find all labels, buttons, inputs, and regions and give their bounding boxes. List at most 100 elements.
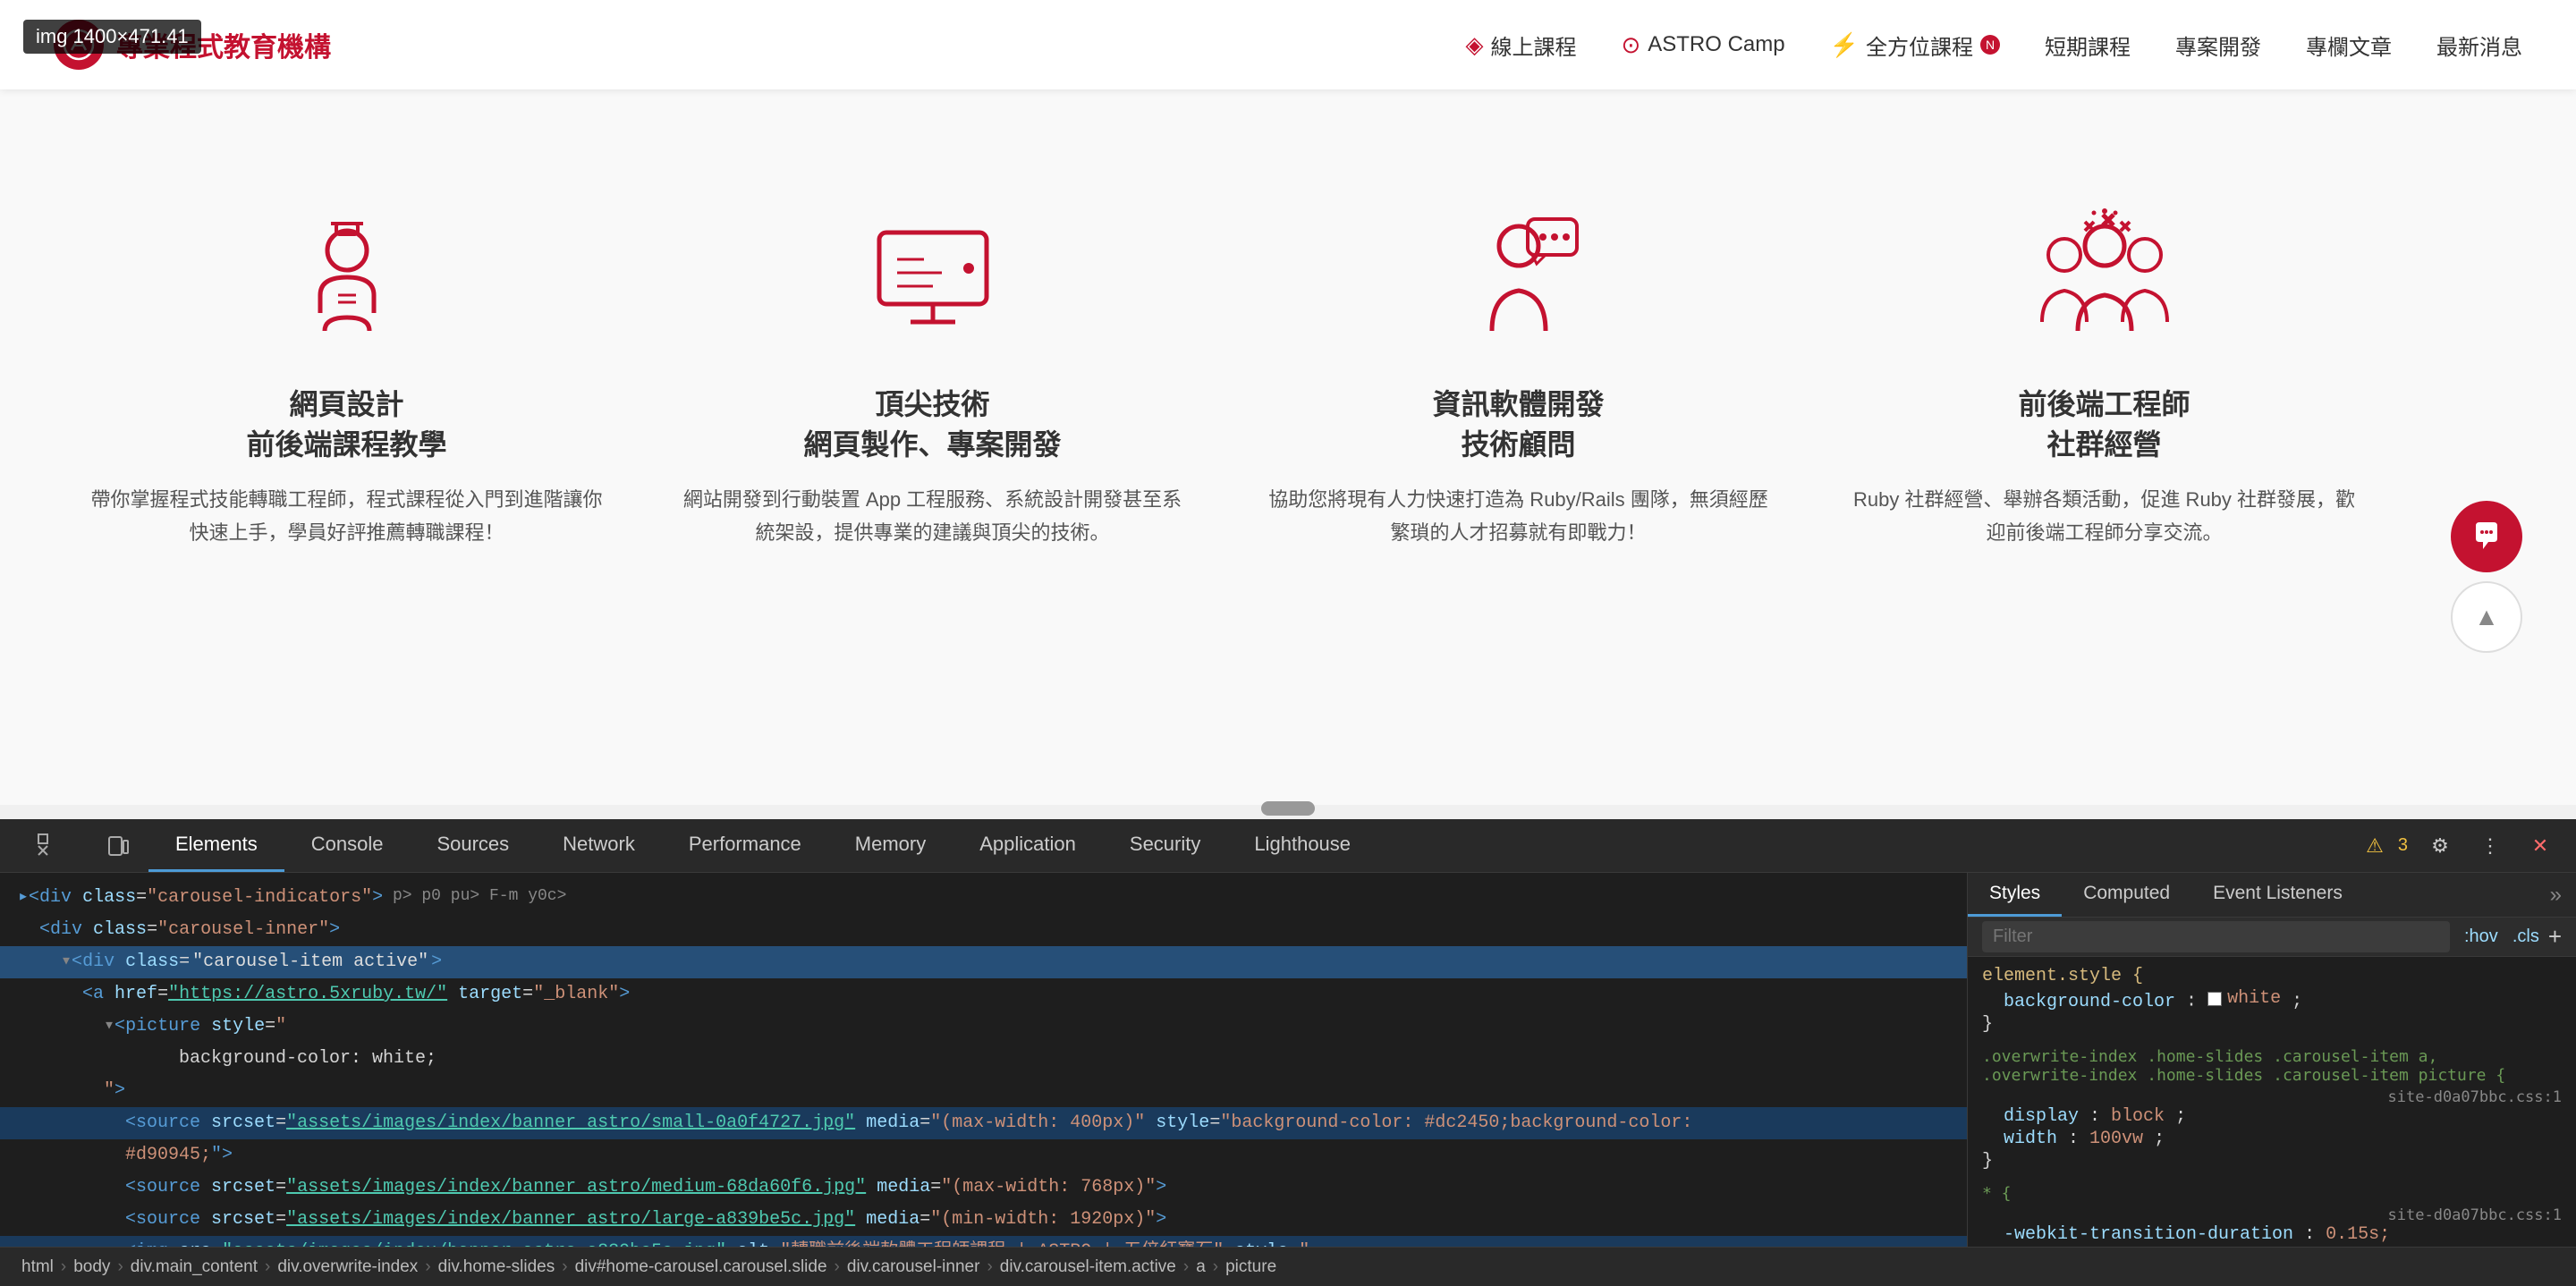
scroll-top-button[interactable]: ▲ [2451,581,2522,653]
tab-computed[interactable]: Computed [2062,873,2191,917]
image-tooltip: img 1400×471.41 [23,20,201,54]
monitor-icon [852,197,1013,358]
color-swatch-white[interactable] [2207,992,2222,1006]
bc-html[interactable]: html [14,1256,61,1279]
diamond-icon: ◈ [1465,31,1483,59]
tab-lighthouse[interactable]: Lighthouse [1227,819,1377,872]
bc-picture[interactable]: picture [1218,1256,1284,1279]
feature-community-desc: Ruby 社群經營、舉辦各類活動，促進 Ruby 社群發展，歡迎前後端工程師分享… [1847,483,2361,550]
tab-console[interactable]: Console [284,819,411,872]
tab-elements[interactable]: Elements [148,819,284,872]
tree-line[interactable]: <source srcset="assets/images/index/bann… [0,1172,1967,1204]
nav-astro-camp-label: ASTRO Camp [1648,32,1784,57]
style-file-ref-1[interactable]: site-d0a07bbc.css:1 [1982,1088,2562,1106]
tab-performance[interactable]: Performance [662,819,828,872]
devtools-tabs: Elements Console Sources Network Perform… [0,819,2576,873]
tree-line[interactable]: background-color: white; [0,1043,1967,1075]
style-close-brace: } [1982,1014,2562,1035]
devtools-device-icon[interactable] [88,819,148,872]
feature-software-dev-desc: 協助您將現有人力快速打造為 Ruby/Rails 團隊，無須經歷繁瑣的人才招募就… [1261,483,1775,550]
styles-filter-input[interactable] [1982,921,2450,952]
nav-news[interactable]: 最新消息 [2436,30,2522,61]
bc-a[interactable]: a [1189,1256,1213,1279]
bc-carousel-inner[interactable]: div.carousel-inner [840,1256,987,1279]
feature-community[interactable]: 前後端工程師 社群經營 Ruby 社群經營、舉辦各類活動，促進 Ruby 社群發… [1811,161,2397,751]
styles-filter-bar: :hov .cls + [1968,918,2576,957]
features-grid: 網頁設計 前後端課程教學 帶你掌握程式技能轉職工程師，程式課程從入門到進階讓你快… [0,89,2451,805]
tree-line[interactable]: "> [0,1075,1967,1107]
nav-full-courses[interactable]: ⚡ 全方位課程 N [1830,30,2000,61]
bc-overwrite[interactable]: div.overwrite-index [270,1256,425,1279]
graduate-icon [267,197,428,358]
tree-line-img[interactable]: <img src="assets/images/index/banner_ast… [0,1236,1967,1247]
feature-web-design[interactable]: 網頁設計 前後端課程教學 帶你掌握程式技能轉職工程師，程式課程從入門到進階讓你快… [54,161,640,751]
tree-line[interactable]: ▸<div class="carousel-indicators"> p> p0… [0,882,1967,914]
devtools-inspect-icon[interactable] [9,819,88,872]
feature-top-tech-title: 頂尖技術 網頁製作、專案開發 [803,385,1061,465]
html-tree-panel[interactable]: ▸<div class="carousel-indicators"> p> p0… [0,873,1968,1247]
new-badge: N [1980,35,2000,55]
devtools-toolbar-icons: ⚠ 3 ⚙ ⋮ ✕ [2366,828,2567,864]
feature-community-title: 前後端工程師 社群經營 [2018,385,2190,465]
style-prop-width[interactable]: width : 100vw ; [1982,1129,2562,1149]
circle-icon: ⊙ [1621,31,1640,59]
nav-columns[interactable]: 專欄文章 [2306,30,2392,61]
style-prop-webkit-transition[interactable]: -webkit-transition-duration : 0.15s; [1982,1224,2562,1245]
style-prop-display[interactable]: display : block ; [1982,1106,2562,1127]
chat-button[interactable] [2451,501,2522,572]
tooltip-tag: img 1400×471.41 [36,25,189,47]
bc-carousel-item[interactable]: div.carousel-item.active [993,1256,1183,1279]
styles-panel-tabs: Styles Computed Event Listeners » [1968,873,2576,918]
bc-carousel[interactable]: div#home-carousel.carousel.slide [568,1256,835,1279]
devtools-body: ▸<div class="carousel-indicators"> p> p0… [0,873,2576,1247]
tree-line[interactable]: <a href="https://astro.5xruby.tw/" targe… [0,978,1967,1011]
styles-more-tabs[interactable]: » [2536,873,2576,917]
tab-styles[interactable]: Styles [1968,873,2062,917]
feature-top-tech-desc: 網站開發到行動裝置 App 工程服務、系統設計開發甚至系統架設，提供專業的建議與… [675,483,1190,550]
close-devtools-icon[interactable]: ✕ [2522,828,2558,864]
feature-top-tech[interactable]: 頂尖技術 網頁製作、專案開發 網站開發到行動裝置 App 工程服務、系統設計開發… [640,161,1225,751]
nav-short-courses-label: 短期課程 [2045,30,2131,61]
tree-line[interactable]: <source srcset="assets/images/index/bann… [0,1204,1967,1236]
warning-badge: ⚠ [2366,834,2384,858]
bc-home-slides[interactable]: div.home-slides [431,1256,563,1279]
settings-icon[interactable]: ⚙ [2422,828,2458,864]
tab-sources[interactable]: Sources [410,819,536,872]
devtools-resize-handle[interactable] [1261,801,1315,816]
tab-memory[interactable]: Memory [828,819,953,872]
tab-network[interactable]: Network [536,819,662,872]
more-options-icon[interactable]: ⋮ [2472,828,2508,864]
cls-toggle[interactable]: .cls [2512,926,2539,947]
nav-project-dev-label: 專案開發 [2175,30,2261,61]
nav-project-dev[interactable]: 專案開發 [2175,30,2261,61]
nav-short-courses[interactable]: 短期課程 [2045,30,2131,61]
feature-software-dev[interactable]: 資訊軟體開發 技術顧問 協助您將現有人力快速打造為 Ruby/Rails 團隊，… [1225,161,1811,751]
nav-astro-camp[interactable]: ⊙ ASTRO Camp [1621,31,1784,59]
tree-line-selected[interactable]: ▾ <div class="carousel-item active"> [0,946,1967,978]
feature-web-design-desc: 帶你掌握程式技能轉職工程師，程式課程從入門到進階讓你快速上手，學員好評推薦轉職課… [89,483,604,550]
warning-count: 3 [2398,835,2408,856]
tab-security[interactable]: Security [1103,819,1227,872]
bc-main-content[interactable]: div.main_content [123,1256,265,1279]
nav-online-courses[interactable]: ◈ 線上課程 [1465,30,1576,61]
bc-body[interactable]: body [66,1256,117,1279]
tree-line[interactable]: #d90945;"> [0,1139,1967,1172]
breadcrumb-bar: html › body › div.main_content › div.ove… [0,1247,2576,1286]
add-style-rule[interactable]: + [2548,923,2562,951]
styles-content[interactable]: element.style { background-color : white… [1968,957,2576,1247]
tab-event-listeners[interactable]: Event Listeners [2191,873,2364,917]
consultant-icon [1438,197,1599,358]
tree-line-source[interactable]: <source srcset="assets/images/index/bann… [0,1107,1967,1139]
style-rule-element: element.style { [1982,966,2562,986]
style-rule-source-2: * { site-d0a07bbc.css:1 [1982,1184,2562,1224]
nav-online-courses-label: 線上課程 [1490,30,1576,61]
pseudo-hover-toggle[interactable]: :hov [2464,926,2498,947]
style-file-ref-2[interactable]: site-d0a07bbc.css:1 [1982,1206,2562,1224]
tab-application[interactable]: Application [953,819,1103,872]
website-area: 專業程式教育機構 ◈ 線上課程 ⊙ ASTRO Camp ⚡ 全方位課程 N 短… [0,0,2576,805]
nav-items: ◈ 線上課程 ⊙ ASTRO Camp ⚡ 全方位課程 N 短期課程 專案開發 [1465,30,2522,61]
tree-line[interactable]: <div class="carousel-inner"> [0,914,1967,946]
tree-line[interactable]: ▾ <picture style=" [0,1011,1967,1043]
feature-web-design-title: 網頁設計 前後端課程教學 [246,385,446,465]
style-prop-bg[interactable]: background-color : white ; [1982,988,2562,1012]
